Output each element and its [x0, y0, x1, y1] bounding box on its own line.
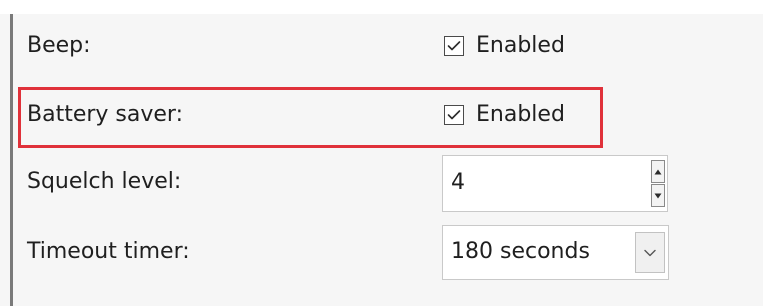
- squelch-level-label: Squelch level:: [27, 169, 182, 194]
- beep-label: Beep:: [27, 33, 91, 58]
- timeout-timer-dropdown-button[interactable]: [635, 232, 665, 273]
- battery-saver-highlight-frame: [18, 87, 603, 148]
- spin-down-button[interactable]: [651, 184, 665, 207]
- beep-enabled-label: Enabled: [476, 33, 565, 58]
- checkmark-icon: [447, 41, 461, 51]
- timeout-timer-select[interactable]: 180 seconds: [442, 225, 669, 280]
- squelch-level-spin-buttons: [651, 160, 665, 207]
- squelch-level-value[interactable]: 4: [451, 169, 465, 197]
- top-band: [0, 0, 771, 14]
- spin-down-arrow-icon: [654, 193, 662, 198]
- chevron-down-icon: [644, 249, 656, 256]
- squelch-level-spinbox[interactable]: 4: [442, 155, 668, 212]
- timeout-timer-value[interactable]: 180 seconds: [451, 238, 590, 266]
- timeout-timer-label: Timeout timer:: [27, 239, 190, 264]
- spin-up-arrow-icon: [654, 169, 662, 174]
- beep-checkbox-box[interactable]: [444, 36, 464, 56]
- panel-left-edge: [10, 14, 13, 306]
- beep-checkbox[interactable]: Enabled: [444, 32, 565, 60]
- spin-up-button[interactable]: [651, 160, 665, 183]
